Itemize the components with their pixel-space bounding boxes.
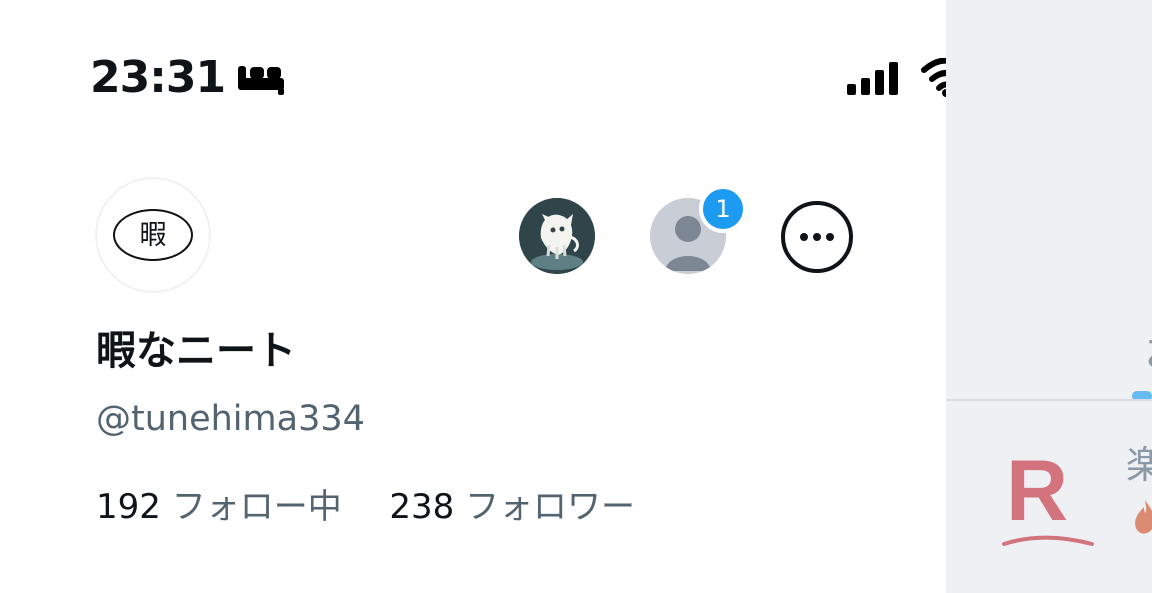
panel-divider [946,399,1152,401]
panel-tab-text: お [1144,316,1152,380]
background-timeline-panel: お R 楽 [946,0,1152,593]
following-link[interactable]: 192 フォロー中 [96,487,353,527]
flame-icon [1135,500,1152,534]
logo-swoosh-icon [1002,535,1094,546]
account-drawer: 23:31 暇 1 暇なニート @tunehima334 192 フォロー中 2… [0,0,1076,593]
following-label: フォロー中 [171,487,342,527]
bed-icon [238,66,284,95]
status-time: 23:31 [90,52,226,103]
followers-count: 238 [389,487,455,527]
user-handle: @tunehima334 [96,399,365,439]
followers-label: フォロワー [465,487,636,527]
more-options-icon[interactable] [779,199,855,275]
profile-avatar[interactable]: 暇 [96,178,210,292]
follow-stats: 192 フォロー中 238 フォロワー [96,482,635,532]
monster-avatar-icon [519,198,595,274]
secondary-account-avatar[interactable] [519,198,595,274]
cellular-signal-icon [847,62,898,95]
rakuten-logo: R [1006,443,1069,539]
following-count: 192 [96,487,161,527]
avatar-seal: 暇 [113,209,193,261]
panel-item-title: 楽 [1126,443,1152,487]
followers-link[interactable]: 238 フォロワー [389,487,635,527]
notification-badge: 1 [699,185,747,233]
display-name: 暇なニート [96,328,296,374]
